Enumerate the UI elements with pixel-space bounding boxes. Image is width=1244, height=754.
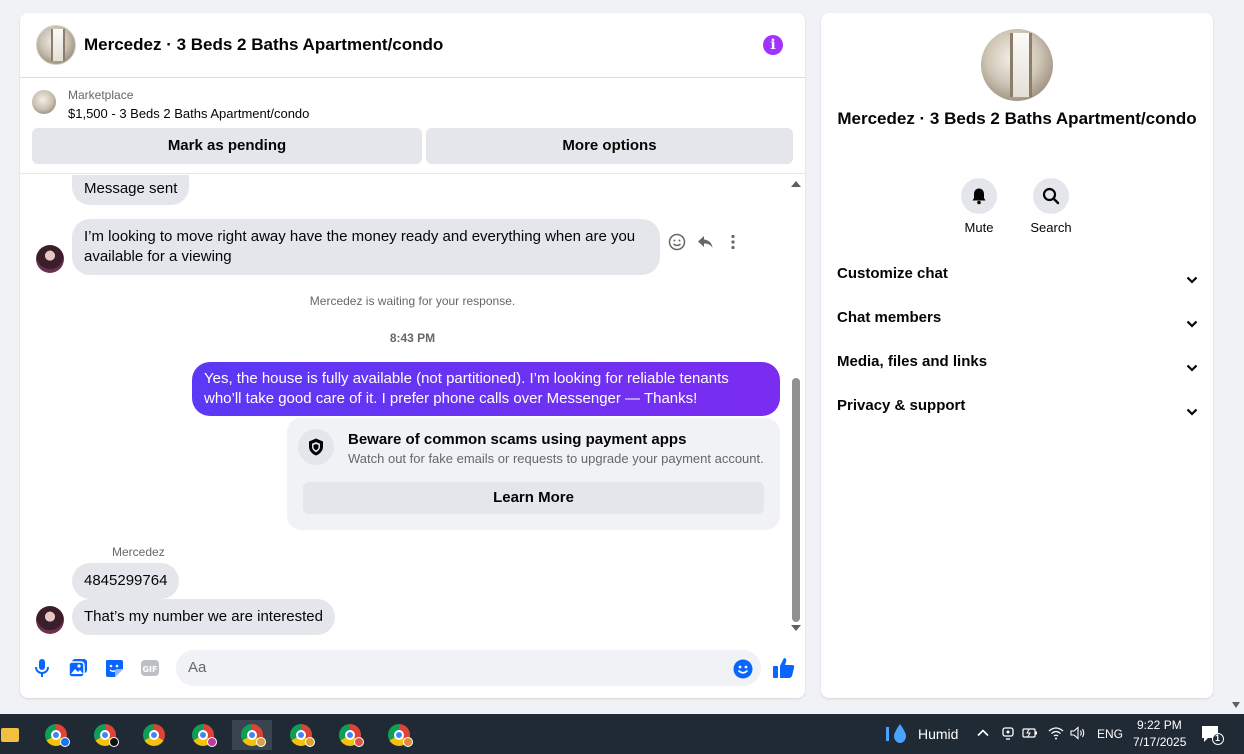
wifi-icon[interactable] — [1048, 726, 1064, 742]
chat-panel: Mercedez · 3 Beds 2 Baths Apartment/cond… — [20, 13, 805, 698]
scroll-up-arrow[interactable] — [791, 181, 801, 187]
gif-icon[interactable]: GIF — [140, 658, 160, 678]
mark-pending-button[interactable]: Mark as pending — [32, 128, 422, 164]
volume-icon[interactable] — [1070, 726, 1086, 742]
message-scrollbar[interactable] — [788, 175, 804, 637]
message-actions — [668, 233, 744, 253]
row-label: Privacy & support — [837, 397, 966, 414]
microphone-icon[interactable] — [32, 658, 52, 678]
camera-tray-icon[interactable] — [1000, 726, 1016, 742]
page-scroll-down-arrow[interactable] — [1232, 702, 1240, 708]
listing-title[interactable]: $1,500 - 3 Beds 2 Baths Apartment/condo — [68, 106, 309, 121]
chevron-down-icon — [1185, 311, 1199, 328]
bell-icon — [961, 178, 997, 214]
svg-text:GIF: GIF — [142, 665, 157, 674]
composer: GIF Aa — [20, 643, 805, 691]
chrome-profile-2-icon[interactable] — [85, 720, 125, 750]
message-incoming[interactable]: I’m looking to move right away have the … — [72, 219, 660, 275]
chat-header: Mercedez · 3 Beds 2 Baths Apartment/cond… — [20, 13, 805, 78]
clock-date[interactable]: 7/17/2025 — [1133, 735, 1186, 749]
side-panel-title: Mercedez · 3 Beds 2 Baths Apartment/cond… — [837, 109, 1197, 128]
message-incoming-last[interactable]: That’s my number we are interested — [72, 599, 335, 635]
notification-count: 1 — [1215, 733, 1221, 743]
conversation-info-panel: Mercedez · 3 Beds 2 Baths Apartment/cond… — [821, 13, 1213, 698]
listing-thumbnail[interactable] — [32, 90, 56, 114]
battery-icon[interactable] — [1022, 726, 1038, 742]
message-outgoing[interactable]: Yes, the house is fully available (not p… — [192, 362, 780, 416]
react-icon[interactable] — [668, 233, 688, 253]
privacy-support-row[interactable]: Privacy & support — [837, 390, 1199, 422]
mute-button[interactable]: Mute — [949, 178, 1009, 235]
media-files-links-row[interactable]: Media, files and links — [837, 346, 1199, 378]
scam-warning-card: Beware of common scams using payment app… — [287, 418, 780, 530]
chat-title[interactable]: Mercedez · 3 Beds 2 Baths Apartment/cond… — [84, 35, 443, 55]
more-options-button[interactable]: More options — [426, 128, 793, 164]
shield-icon — [298, 429, 334, 465]
chrome-profile-8-icon[interactable] — [379, 720, 419, 750]
reply-icon[interactable] — [696, 233, 716, 253]
contact-avatar[interactable] — [36, 245, 64, 273]
message-list: Message sent I’m looking to move right a… — [20, 175, 805, 637]
message-input[interactable]: Aa — [176, 650, 761, 686]
message-incoming-phone[interactable]: 4845299764 — [72, 563, 180, 599]
taskbar: Humid ENG 9:22 PM 7/17/2025 1 — [0, 714, 1244, 754]
info-icon[interactable]: i — [763, 35, 783, 55]
scroll-down-arrow[interactable] — [791, 625, 801, 631]
scam-title: Beware of common scams using payment app… — [348, 431, 687, 448]
listing-avatar[interactable] — [36, 25, 76, 65]
customize-chat-row[interactable]: Customize chat — [837, 258, 1199, 290]
sticker-icon[interactable] — [104, 658, 124, 678]
listing-avatar-large[interactable] — [981, 29, 1053, 101]
weather-drop-icon[interactable] — [886, 723, 910, 745]
chrome-profile-4-icon[interactable] — [183, 720, 223, 750]
emoji-icon[interactable] — [733, 659, 753, 679]
language-indicator[interactable]: ENG — [1097, 727, 1123, 741]
clock-time[interactable]: 9:22 PM — [1137, 718, 1182, 732]
scroll-thumb[interactable] — [792, 378, 800, 622]
message-timestamp: 8:43 PM — [389, 331, 436, 345]
photo-icon[interactable] — [68, 658, 88, 678]
row-label: Customize chat — [837, 265, 948, 282]
message-sent-status: Message sent — [72, 175, 190, 205]
waiting-notice: Mercedez is waiting for your response. — [309, 294, 516, 308]
chevron-down-icon — [1185, 399, 1199, 416]
search-button[interactable]: Search — [1021, 178, 1081, 235]
chevron-down-icon — [1185, 267, 1199, 284]
chrome-profile-1-icon[interactable] — [36, 720, 76, 750]
like-icon[interactable] — [772, 656, 796, 680]
more-icon[interactable] — [724, 233, 744, 253]
learn-more-button[interactable]: Learn More — [303, 482, 764, 514]
mute-label: Mute — [964, 220, 994, 235]
contact-avatar[interactable] — [36, 606, 64, 634]
search-label: Search — [1030, 220, 1072, 235]
notification-icon[interactable]: 1 — [1200, 724, 1224, 746]
chat-members-row[interactable]: Chat members — [837, 302, 1199, 334]
row-label: Chat members — [837, 309, 942, 326]
search-icon — [1033, 178, 1069, 214]
marketplace-bar: Marketplace $1,500 - 3 Beds 2 Baths Apar… — [20, 79, 805, 174]
scam-description: Watch out for fake emails or requests to… — [348, 451, 764, 466]
sender-name: Mercedez — [112, 545, 165, 559]
chrome-profile-5-icon[interactable] — [232, 720, 272, 750]
chrome-profile-6-icon[interactable] — [281, 720, 321, 750]
chrome-profile-7-icon[interactable] — [330, 720, 370, 750]
chevron-down-icon — [1185, 355, 1199, 372]
chrome-profile-3-icon[interactable] — [134, 720, 174, 750]
page-scrollbar[interactable] — [1228, 0, 1244, 714]
chevron-up-icon[interactable] — [975, 726, 991, 742]
marketplace-label: Marketplace — [68, 88, 134, 102]
weather-label[interactable]: Humid — [918, 726, 958, 742]
row-label: Media, files and links — [837, 353, 988, 370]
file-explorer-icon[interactable] — [0, 720, 20, 750]
